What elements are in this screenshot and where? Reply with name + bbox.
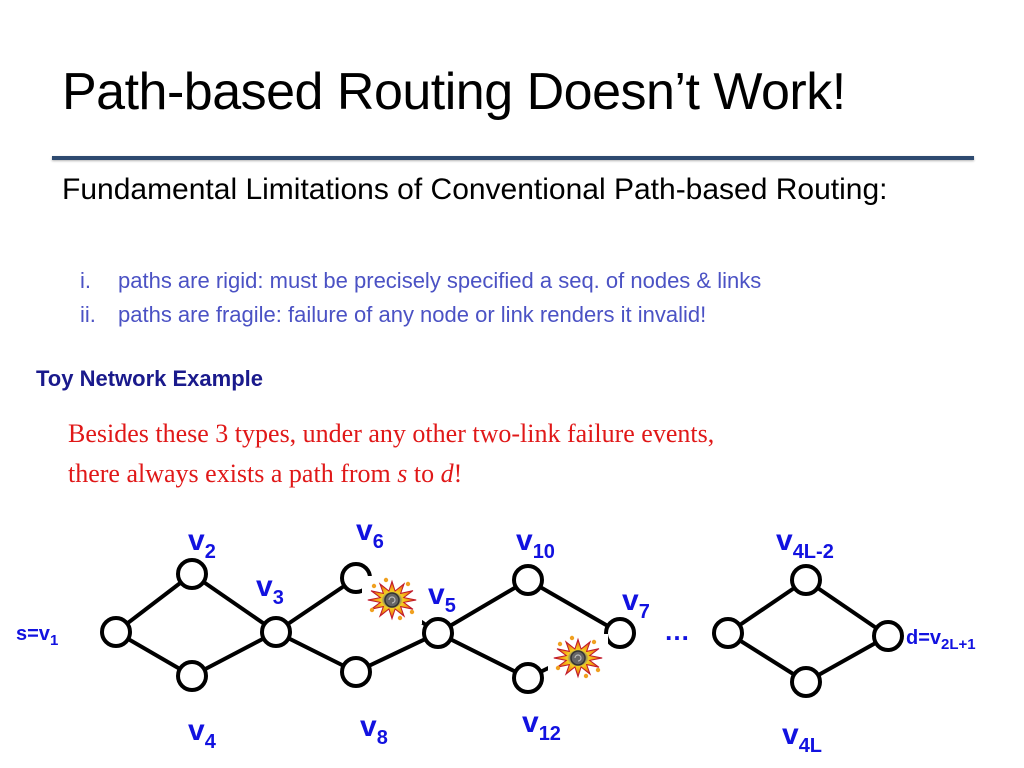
node-v3 bbox=[260, 616, 292, 648]
claim-statement: Besides these 3 types, under any other t… bbox=[68, 414, 714, 494]
node-v5 bbox=[422, 617, 454, 649]
limitation-text: paths are rigid: must be precisely speci… bbox=[118, 268, 762, 293]
example-title: Toy Network Example bbox=[36, 366, 263, 391]
explosion-icon bbox=[362, 576, 422, 624]
destination-symbol: d bbox=[440, 459, 454, 488]
claim-text: ! bbox=[453, 459, 463, 488]
failure-layer bbox=[362, 576, 608, 682]
network-diagram: s=v1 v2 v3 v4 v5 v6 v7 v8 v10 v12 v4L-2 v4L d=v2L+1 … bbox=[16, 514, 976, 757]
label-v4: v4 bbox=[188, 714, 217, 753]
node-v10 bbox=[512, 564, 544, 596]
claim-text: there always exists a path from bbox=[68, 459, 398, 488]
label-v4L: v4L bbox=[782, 718, 822, 757]
node-v8 bbox=[340, 656, 372, 688]
limitation-text: paths are fragile: failure of any node o… bbox=[118, 302, 707, 327]
label-v4L-2: v4L-2 bbox=[776, 524, 834, 563]
claim-line-1: Besides these 3 types, under any other t… bbox=[68, 419, 715, 448]
label-v2: v2 bbox=[188, 524, 216, 563]
node-v1 bbox=[100, 616, 132, 648]
label-v3: v3 bbox=[256, 570, 284, 609]
claim-line-2: there always exists a path from s to d! bbox=[68, 454, 714, 494]
node-v4L-2 bbox=[790, 564, 822, 596]
label-v12: v12 bbox=[522, 706, 561, 745]
label-v1: s=v1 bbox=[16, 623, 58, 649]
explosion-icon bbox=[548, 634, 608, 682]
label-v7: v7 bbox=[622, 584, 650, 623]
labels-layer: s=v1 v2 v3 v4 v5 v6 v7 v8 v10 v12 v4L-2 v4L d=v2L+1 … bbox=[16, 514, 976, 757]
node-v2 bbox=[176, 558, 208, 590]
claim-text: to bbox=[407, 459, 441, 488]
limitation-item: ii. paths are fragile: failure of any no… bbox=[80, 298, 761, 332]
nodes-layer bbox=[100, 558, 904, 698]
label-v2L+1: d=v2L+1 bbox=[906, 627, 976, 653]
node-v2L-1 bbox=[712, 617, 744, 649]
title-divider bbox=[52, 156, 974, 160]
node-v4L bbox=[790, 666, 822, 698]
label-v8: v8 bbox=[360, 710, 388, 749]
source-symbol: s bbox=[397, 459, 408, 488]
node-v7 bbox=[604, 617, 636, 649]
label-v6: v6 bbox=[356, 514, 384, 553]
section-heading: Fundamental Limitations of Conventional … bbox=[62, 173, 888, 206]
node-v12 bbox=[512, 662, 544, 694]
edges-layer bbox=[114, 572, 890, 684]
ellipsis-label: … bbox=[664, 616, 690, 646]
slide-title: Path-based Routing Doesn’t Work! bbox=[62, 63, 846, 121]
label-v10: v10 bbox=[516, 524, 555, 563]
limitations-list: i. paths are rigid: must be precisely sp… bbox=[80, 264, 761, 332]
label-v5: v5 bbox=[428, 578, 456, 617]
node-v2L+1 bbox=[872, 620, 904, 652]
limitation-item: i. paths are rigid: must be precisely sp… bbox=[80, 264, 761, 298]
list-number: i. bbox=[80, 268, 91, 293]
node-v4 bbox=[176, 660, 208, 692]
list-number: ii. bbox=[80, 302, 96, 327]
